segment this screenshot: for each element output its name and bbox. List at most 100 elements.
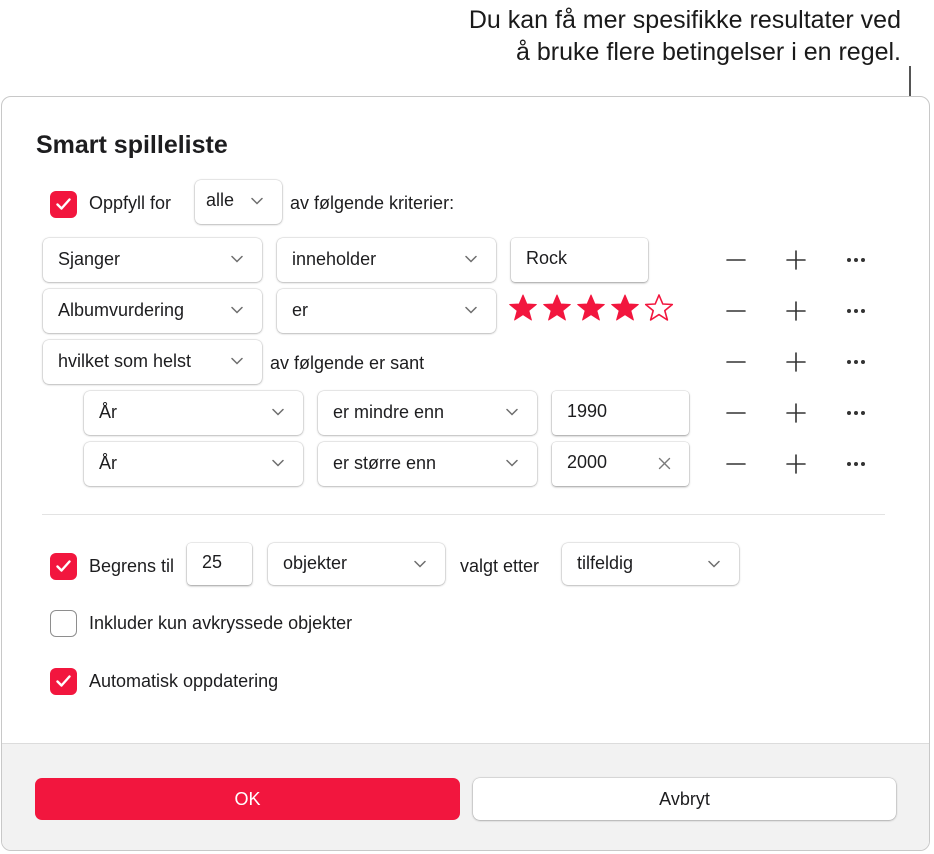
rule-1-field-select[interactable]: Sjanger (43, 238, 262, 282)
checked-only-label: Inkluder kun avkryssede objekter (89, 613, 353, 633)
star-filled-icon[interactable] (610, 293, 640, 323)
selected-by-select[interactable]: tilfeldig (562, 543, 739, 585)
minus-icon (726, 412, 746, 414)
minus-icon (726, 259, 746, 261)
ok-button[interactable]: OK (35, 778, 460, 820)
callout-line-1: Du kan få mer spesifikke resultater ved (468, 6, 901, 34)
remove-condition-button[interactable] (721, 347, 751, 377)
remove-condition-button[interactable] (721, 296, 751, 326)
remove-condition-button[interactable] (721, 245, 751, 275)
minus-icon (726, 310, 746, 312)
rule-2-operator-select[interactable]: er (277, 289, 496, 333)
add-condition-button[interactable] (781, 398, 811, 428)
rule-2-field-select[interactable]: Albumvurdering (43, 289, 262, 333)
remove-condition-button[interactable] (721, 398, 751, 428)
chevron-down-icon (414, 560, 426, 568)
star-outline-icon[interactable] (644, 293, 674, 323)
limit-value: 25 (202, 552, 223, 572)
more-icon (847, 462, 865, 466)
more-icon (847, 411, 865, 415)
chevron-down-icon (465, 255, 477, 263)
chevron-down-icon (506, 459, 518, 467)
clear-icon[interactable] (658, 457, 671, 470)
plus-icon (786, 352, 806, 372)
plus-icon (786, 403, 806, 423)
rule-1-value-field[interactable]: Rock (511, 238, 648, 282)
more-icon (847, 360, 865, 364)
limit-value-field[interactable]: 25 (187, 543, 252, 585)
checkmark-icon (56, 675, 71, 687)
limit-unit-value: objekter (283, 553, 348, 573)
plus-icon (786, 250, 806, 270)
cancel-button[interactable]: Avbryt (473, 778, 896, 820)
chevron-down-icon (272, 459, 284, 467)
add-condition-button[interactable] (781, 347, 811, 377)
match-suffix: av følgende kriterier: (290, 193, 455, 213)
rule-1-operator-value: inneholder (292, 249, 377, 269)
callout-line-2: å bruke flere betingelser i en regel. (516, 38, 901, 66)
checkmark-icon (56, 198, 71, 210)
rule-1-value: Rock (526, 248, 568, 268)
rule-3-group-value: hvilket som helst (58, 351, 192, 371)
chevron-down-icon (231, 306, 243, 314)
match-label: Oppfyll for (89, 193, 172, 213)
callout-text: Du kan få mer spesifikke resultater ved … (341, 4, 901, 68)
more-icon (847, 258, 865, 262)
subrule-1-operator-value: er mindre enn (333, 402, 445, 422)
remove-condition-button[interactable] (721, 449, 751, 479)
add-condition-button[interactable] (781, 449, 811, 479)
more-icon (847, 309, 865, 313)
minus-icon (726, 361, 746, 363)
subrule-1-field-select[interactable]: År (84, 391, 303, 435)
rule-3-group-select[interactable]: hvilket som helst (43, 340, 262, 384)
smart-playlist-dialog: Smart spilleliste Oppfyll for alle av fø… (1, 96, 930, 851)
subrule-2-operator-value: er større enn (333, 453, 437, 473)
star-filled-icon[interactable] (508, 293, 538, 323)
dialog-footer: OK Avbryt (2, 743, 929, 850)
more-options-button[interactable] (841, 296, 871, 326)
limit-unit-select[interactable]: objekter (268, 543, 445, 585)
rule-2-operator-value: er (292, 300, 309, 320)
chevron-down-icon (272, 408, 284, 416)
limit-label: Begrens til (89, 556, 175, 576)
match-quantifier-value: alle (206, 190, 235, 210)
rule-3-group-suffix: av følgende er sant (270, 353, 425, 373)
chevron-down-icon (465, 306, 477, 314)
subrule-2-value-field[interactable]: 2000 (552, 442, 689, 486)
subrule-2-value: 2000 (567, 452, 608, 472)
subrule-1-field-value: År (99, 402, 117, 422)
more-options-button[interactable] (841, 449, 871, 479)
rule-1-operator-select[interactable]: inneholder (277, 238, 496, 282)
checked-only-checkbox[interactable] (50, 610, 77, 637)
rule-2-field-value: Albumvurdering (58, 300, 185, 320)
subrule-2-field-select[interactable]: År (84, 442, 303, 486)
more-options-button[interactable] (841, 245, 871, 275)
dialog-title: Smart spilleliste (36, 131, 228, 159)
plus-icon (786, 301, 806, 321)
subrule-1-operator-select[interactable]: er mindre enn (318, 391, 537, 435)
more-options-button[interactable] (841, 347, 871, 377)
chevron-down-icon (231, 255, 243, 263)
chevron-down-icon (231, 357, 243, 365)
add-condition-button[interactable] (781, 296, 811, 326)
live-update-checkbox[interactable] (50, 668, 77, 695)
match-quantifier-select[interactable]: alle (195, 180, 282, 224)
selected-by-label: valgt etter (460, 556, 540, 576)
chevron-down-icon (251, 197, 263, 205)
limit-checkbox[interactable] (50, 553, 77, 580)
section-divider (42, 514, 885, 515)
minus-icon (726, 463, 746, 465)
rating-stars[interactable] (508, 293, 674, 323)
star-filled-icon[interactable] (542, 293, 572, 323)
plus-icon (786, 454, 806, 474)
subrule-1-value: 1990 (567, 401, 608, 421)
add-condition-button[interactable] (781, 245, 811, 275)
star-filled-icon[interactable] (576, 293, 606, 323)
checkmark-icon (56, 560, 71, 572)
match-checkbox[interactable] (50, 191, 77, 218)
subrule-2-operator-select[interactable]: er større enn (318, 442, 537, 486)
subrule-1-value-field[interactable]: 1990 (552, 391, 689, 435)
chevron-down-icon (506, 408, 518, 416)
more-options-button[interactable] (841, 398, 871, 428)
selected-by-value: tilfeldig (577, 553, 634, 573)
